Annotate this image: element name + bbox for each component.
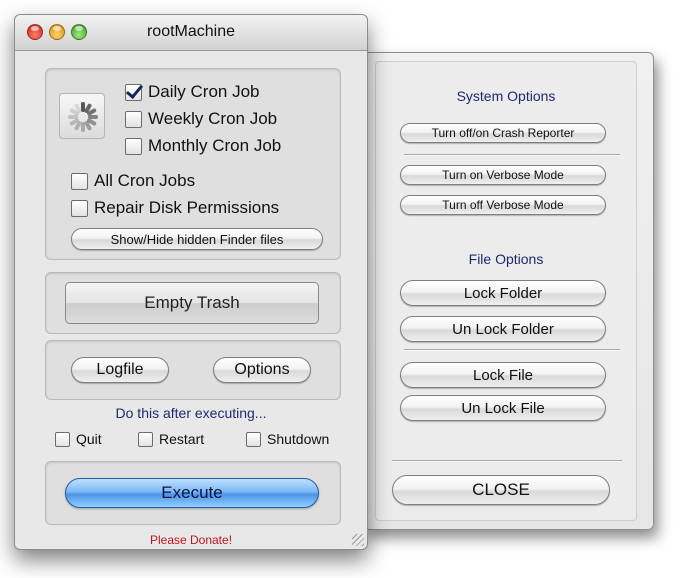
restart-label: Restart: [159, 431, 205, 447]
separator: [392, 460, 622, 462]
checkbox-box[interactable]: [55, 431, 70, 447]
weekly-cron-checkbox[interactable]: Weekly Cron Job: [125, 109, 277, 129]
window-title: rootMachine: [146, 23, 236, 40]
daily-cron-checkbox[interactable]: Daily Cron Job: [125, 82, 260, 102]
quit-label: Quit: [76, 431, 102, 447]
repair-permissions-checkbox[interactable]: Repair Disk Permissions: [71, 198, 279, 218]
checkbox-box[interactable]: [71, 172, 88, 190]
unlock-folder-button[interactable]: Un Lock Folder: [400, 316, 606, 342]
main-window: rootMachine Daily Cron Job Weekly Cron J…: [14, 14, 368, 550]
options-button[interactable]: Options: [213, 357, 311, 383]
donate-link[interactable]: Please Donate!: [15, 533, 367, 547]
checkmark-icon[interactable]: [125, 83, 142, 101]
checkbox-box[interactable]: [138, 431, 153, 447]
shutdown-label: Shutdown: [267, 431, 330, 447]
empty-trash-button[interactable]: Empty Trash: [65, 282, 319, 324]
quit-checkbox[interactable]: Quit: [55, 431, 102, 447]
crash-reporter-button[interactable]: Turn off/on Crash Reporter: [400, 123, 606, 143]
show-hide-finder-button[interactable]: Show/Hide hidden Finder files: [71, 228, 323, 250]
separator: [404, 349, 620, 351]
all-cron-label: All Cron Jobs: [94, 171, 196, 190]
title-bar[interactable]: rootMachine: [15, 15, 367, 51]
all-cron-checkbox[interactable]: All Cron Jobs: [71, 171, 195, 191]
monthly-cron-checkbox[interactable]: Monthly Cron Job: [125, 136, 281, 156]
weekly-cron-label: Weekly Cron Job: [148, 109, 278, 128]
screen: System Options Turn off/on Crash Reporte…: [0, 0, 680, 578]
verbose-on-button[interactable]: Turn on Verbose Mode: [400, 165, 606, 185]
restart-checkbox[interactable]: Restart: [138, 431, 204, 447]
file-options-title: File Options: [468, 251, 544, 267]
verbose-off-button[interactable]: Turn off Verbose Mode: [400, 195, 606, 215]
checkbox-box[interactable]: [125, 137, 142, 155]
checkbox-box[interactable]: [246, 431, 261, 447]
lock-file-button[interactable]: Lock File: [400, 362, 606, 388]
daily-cron-label: Daily Cron Job: [148, 82, 260, 101]
shutdown-checkbox[interactable]: Shutdown: [246, 431, 329, 447]
after-executing-label: Do this after executing...: [115, 405, 267, 421]
separator: [404, 154, 620, 156]
execute-button[interactable]: Execute: [65, 478, 319, 508]
checkbox-box[interactable]: [71, 199, 88, 217]
system-options-title: System Options: [456, 88, 556, 104]
lock-folder-button[interactable]: Lock Folder: [400, 280, 606, 306]
checkbox-box[interactable]: [125, 110, 142, 128]
logfile-button[interactable]: Logfile: [71, 357, 169, 383]
progress-spinner-icon: [60, 94, 106, 140]
resize-grip-icon[interactable]: [352, 534, 364, 546]
unlock-file-button[interactable]: Un Lock File: [400, 395, 606, 421]
monthly-cron-label: Monthly Cron Job: [148, 136, 282, 155]
options-drawer: System Options Turn off/on Crash Reporte…: [362, 52, 654, 530]
options-panel: System Options Turn off/on Crash Reporte…: [375, 61, 637, 521]
progress-spinner: [59, 93, 105, 139]
close-button[interactable]: CLOSE: [392, 475, 610, 505]
repair-permissions-label: Repair Disk Permissions: [94, 198, 280, 217]
